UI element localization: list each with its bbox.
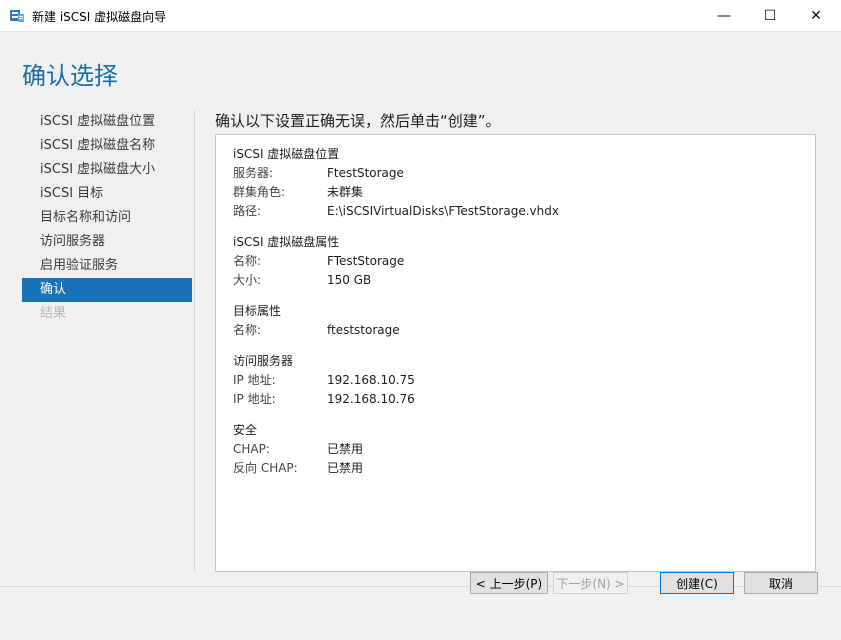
row-value: 192.168.10.76 (327, 392, 415, 406)
section-title: iSCSI 虚拟磁盘属性 (233, 235, 340, 249)
nav-item-confirmation[interactable]: 确认 (22, 278, 192, 302)
row-value: 192.168.10.75 (327, 373, 415, 387)
close-icon: ✕ (810, 7, 822, 24)
summary-row: CHAP: 已禁用 (233, 440, 363, 459)
summary-row: 名称: fteststorage (233, 321, 400, 340)
nav-item-enable-auth[interactable]: 启用验证服务 (22, 254, 192, 278)
close-button[interactable]: ✕ (793, 0, 839, 31)
row-value: 已禁用 (327, 461, 364, 475)
row-key: IP 地址: (233, 373, 276, 387)
row-value: 150 GB (327, 273, 372, 287)
page-title: 确认选择 (22, 62, 118, 90)
row-key: 反向 CHAP: (233, 461, 298, 475)
next-button: 下一步(N) > (553, 572, 628, 594)
previous-button[interactable]: < 上一步(P) (470, 572, 548, 594)
row-key: 路径: (233, 204, 262, 218)
summary-row: 服务器: FtestStorage (233, 164, 559, 183)
summary-row: 群集角色: 未群集 (233, 183, 559, 202)
bottom-edge (0, 628, 841, 639)
wizard-frame: 确认选择 iSCSI 虚拟磁盘位置 iSCSI 虚拟磁盘名称 iSCSI 虚拟磁… (0, 31, 841, 640)
summary-row: 反向 CHAP: 已禁用 (233, 459, 363, 478)
row-value: FTestStorage (327, 254, 405, 268)
section-title: 目标属性 (233, 304, 282, 318)
wizard-nav: iSCSI 虚拟磁盘位置 iSCSI 虚拟磁盘名称 iSCSI 虚拟磁盘大小 i… (22, 110, 192, 326)
summary-row: IP 地址: 192.168.10.75 (233, 371, 415, 390)
section-target-properties: 目标属性 名称: fteststorage (233, 302, 400, 340)
nav-divider (194, 110, 195, 572)
server-manager-icon (10, 10, 24, 22)
row-value: 已禁用 (327, 442, 364, 456)
nav-item-target-name-access[interactable]: 目标名称和访问 (22, 206, 192, 230)
row-value: 未群集 (327, 185, 364, 199)
section-title: iSCSI 虚拟磁盘位置 (233, 147, 340, 161)
row-key: 名称: (233, 323, 262, 337)
maximize-icon: ☐ (763, 7, 777, 24)
summary-panel: iSCSI 虚拟磁盘位置 服务器: FtestStorage 群集角色: 未群集… (215, 134, 816, 572)
window-titlebar: 新建 iSCSI 虚拟磁盘向导 — ☐ ✕ (0, 0, 841, 31)
nav-item-disk-name[interactable]: iSCSI 虚拟磁盘名称 (22, 134, 192, 158)
summary-row: 路径: E:\iSCSIVirtualDisks\FTestStorage.vh… (233, 202, 559, 221)
row-value: FtestStorage (327, 166, 404, 180)
instruction-text: 确认以下设置正确无误，然后单击“创建”。 (215, 112, 501, 130)
minimize-icon: — (717, 7, 731, 24)
section-security: 安全 CHAP: 已禁用 反向 CHAP: 已禁用 (233, 421, 363, 478)
window-title: 新建 iSCSI 虚拟磁盘向导 (32, 10, 167, 24)
row-key: 群集角色: (233, 185, 286, 199)
row-value: fteststorage (327, 323, 400, 337)
section-access-servers: 访问服务器 IP 地址: 192.168.10.75 IP 地址: 192.16… (233, 352, 415, 409)
maximize-button[interactable]: ☐ (747, 0, 793, 31)
row-key: 大小: (233, 273, 262, 287)
nav-item-disk-size[interactable]: iSCSI 虚拟磁盘大小 (22, 158, 192, 182)
row-key: 服务器: (233, 166, 274, 180)
summary-row: 大小: 150 GB (233, 271, 404, 290)
minimize-button[interactable]: — (701, 0, 747, 31)
summary-row: 名称: FTestStorage (233, 252, 404, 271)
summary-row: IP 地址: 192.168.10.76 (233, 390, 415, 409)
nav-item-iscsi-target[interactable]: iSCSI 目标 (22, 182, 192, 206)
section-disk-location: iSCSI 虚拟磁盘位置 服务器: FtestStorage 群集角色: 未群集… (233, 145, 559, 221)
row-key: IP 地址: (233, 392, 276, 406)
row-value: E:\iSCSIVirtualDisks\FTestStorage.vhdx (327, 204, 559, 218)
row-key: CHAP: (233, 442, 270, 456)
cancel-button[interactable]: 取消 (744, 572, 818, 594)
section-title: 访问服务器 (233, 354, 294, 368)
row-key: 名称: (233, 254, 262, 268)
section-disk-properties: iSCSI 虚拟磁盘属性 名称: FTestStorage 大小: 150 GB (233, 233, 404, 290)
section-title: 安全 (233, 423, 258, 437)
nav-item-results: 结果 (40, 306, 67, 321)
nav-item-disk-location[interactable]: iSCSI 虚拟磁盘位置 (22, 110, 192, 134)
create-button[interactable]: 创建(C) (660, 572, 734, 594)
nav-item-access-servers[interactable]: 访问服务器 (22, 230, 192, 254)
